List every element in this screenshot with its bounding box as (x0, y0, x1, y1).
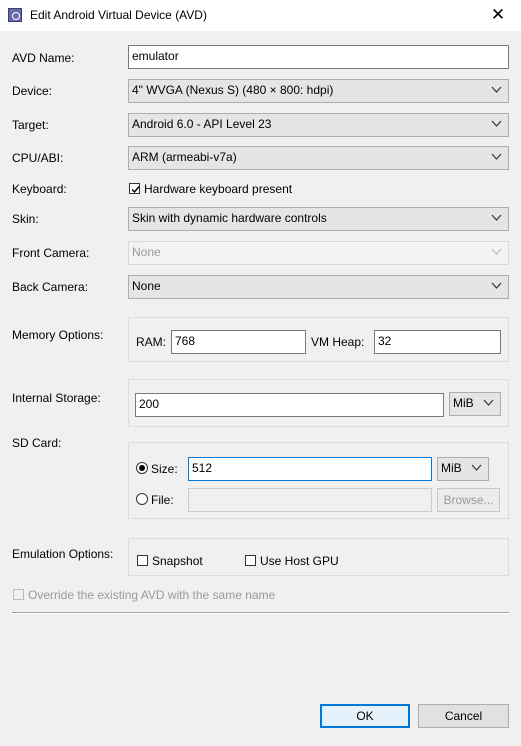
override-avd-label: Override the existing AVD with the same … (28, 588, 276, 602)
vm-heap-label: VM Heap: (311, 335, 365, 349)
internal-storage-unit-select[interactable]: MiB (449, 392, 501, 416)
front-camera-select: None (128, 241, 509, 265)
internal-storage-input[interactable]: 200 (135, 393, 444, 417)
internal-storage-label: Internal Storage: (12, 391, 101, 405)
chevron-down-icon (483, 399, 494, 406)
chevron-down-icon (491, 214, 502, 221)
chevron-down-icon (491, 153, 502, 160)
chevron-down-icon (491, 248, 502, 255)
back-camera-select[interactable]: None (128, 275, 509, 299)
front-camera-label: Front Camera: (12, 246, 90, 260)
sd-file-label[interactable]: File: (151, 493, 174, 507)
checkmark-icon (131, 186, 140, 194)
sd-size-label[interactable]: Size: (151, 462, 178, 476)
target-select[interactable]: Android 6.0 - API Level 23 (128, 113, 509, 137)
vm-heap-input[interactable]: 32 (374, 330, 501, 354)
skin-label: Skin: (12, 212, 39, 226)
avd-name-input[interactable]: emulator (128, 45, 509, 69)
use-host-gpu-checkbox[interactable] (245, 555, 256, 566)
back-camera-label: Back Camera: (12, 280, 89, 294)
sd-size-unit-value: MiB (441, 461, 462, 475)
target-select-value: Android 6.0 - API Level 23 (132, 117, 272, 131)
browse-button: Browse... (437, 488, 500, 512)
memory-options-label: Memory Options: (12, 328, 104, 342)
sd-size-unit-select[interactable]: MiB (437, 457, 489, 481)
cpu-abi-select-value: ARM (armeabi-v7a) (132, 150, 237, 164)
sd-file-radio[interactable] (136, 493, 148, 505)
hardware-keyboard-label[interactable]: Hardware keyboard present (144, 182, 292, 196)
sd-file-input (188, 488, 432, 512)
skin-select-value: Skin with dynamic hardware controls (132, 211, 327, 225)
cancel-button[interactable]: Cancel (418, 704, 509, 728)
app-icon (8, 8, 22, 22)
internal-storage-unit-value: MiB (453, 396, 474, 410)
title-bar: Edit Android Virtual Device (AVD) ✕ (0, 0, 521, 31)
skin-select[interactable]: Skin with dynamic hardware controls (128, 207, 509, 231)
override-avd-checkbox (13, 589, 24, 600)
window-title: Edit Android Virtual Device (AVD) (30, 8, 207, 22)
chevron-down-icon (471, 464, 482, 471)
snapshot-checkbox[interactable] (137, 555, 148, 566)
radio-selected-dot (139, 465, 145, 471)
ram-input[interactable]: 768 (171, 330, 306, 354)
cpu-abi-select[interactable]: ARM (armeabi-v7a) (128, 146, 509, 170)
keyboard-label: Keyboard: (12, 182, 67, 196)
device-select[interactable]: 4" WVGA (Nexus S) (480 × 800: hdpi) (128, 79, 509, 103)
close-icon[interactable]: ✕ (475, 0, 521, 31)
hardware-keyboard-checkbox[interactable] (129, 183, 140, 194)
ram-label: RAM: (136, 335, 166, 349)
ok-button[interactable]: OK (320, 704, 410, 728)
sd-card-label: SD Card: (12, 436, 62, 450)
use-host-gpu-label[interactable]: Use Host GPU (260, 554, 339, 568)
chevron-down-icon (491, 282, 502, 289)
avd-name-label: AVD Name: (12, 51, 75, 65)
target-label: Target: (12, 118, 49, 132)
device-select-value: 4" WVGA (Nexus S) (480 × 800: hdpi) (132, 83, 334, 97)
back-camera-select-value: None (132, 279, 161, 293)
device-label: Device: (12, 84, 53, 98)
sd-size-input[interactable]: 512 (188, 457, 432, 481)
chevron-down-icon (491, 120, 502, 127)
emulation-options-label: Emulation Options: (12, 547, 114, 561)
chevron-down-icon (491, 86, 502, 93)
sd-size-radio[interactable] (136, 462, 148, 474)
snapshot-label[interactable]: Snapshot (152, 554, 203, 568)
separator (12, 612, 509, 614)
front-camera-select-value: None (132, 245, 161, 259)
cpu-abi-label: CPU/ABI: (12, 151, 64, 165)
